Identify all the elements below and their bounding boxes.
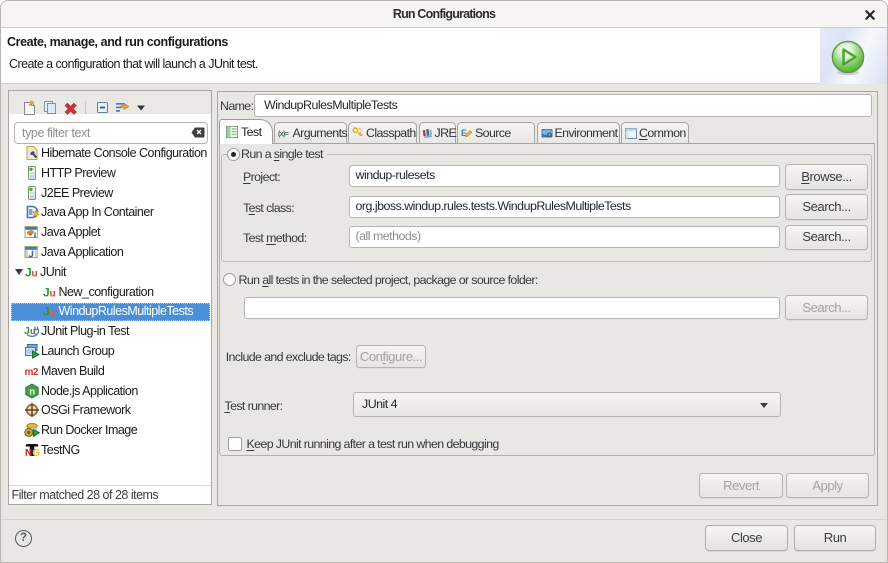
svg-text:n: n	[29, 386, 35, 397]
svg-text:u: u	[49, 308, 55, 319]
svg-text:J: J	[25, 265, 31, 279]
svg-text:m2: m2	[25, 367, 39, 378]
svg-text:(x)=: (x)=	[278, 131, 289, 138]
svg-text:J: J	[43, 285, 49, 299]
svg-text:G: G	[32, 448, 40, 458]
svg-text:u: u	[32, 268, 38, 279]
svg-text:J: J	[43, 305, 49, 319]
svg-text:u: u	[49, 288, 55, 299]
svg-text:N: N	[25, 448, 32, 458]
